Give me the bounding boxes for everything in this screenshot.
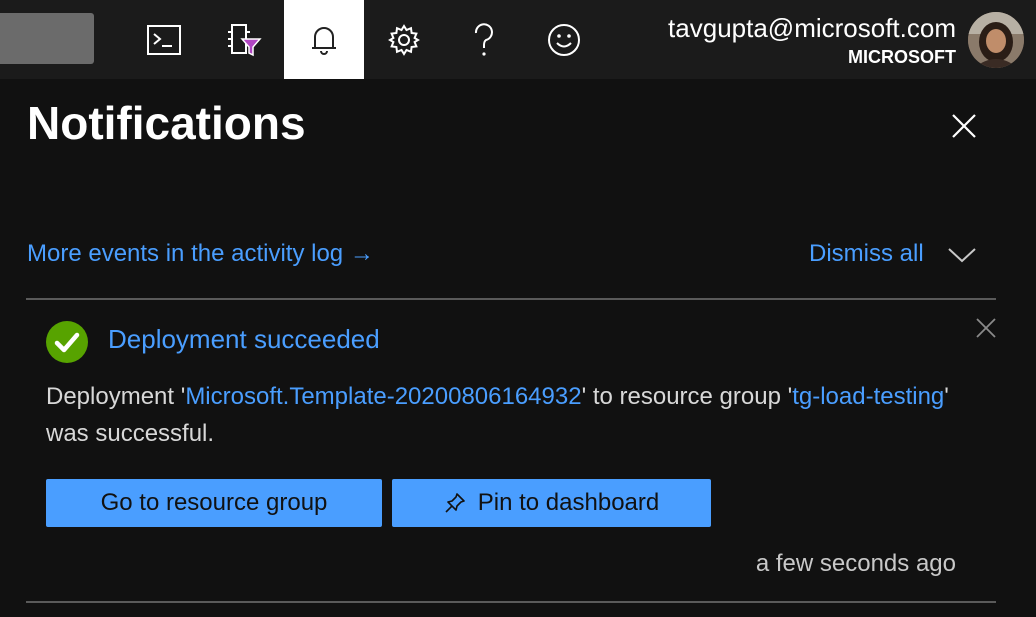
pin-to-dashboard-label: Pin to dashboard <box>477 489 660 516</box>
avatar[interactable] <box>968 12 1024 68</box>
cloud-shell-icon <box>147 24 181 55</box>
account-tenant: MICROSOFT <box>848 47 956 67</box>
divider <box>26 601 996 603</box>
success-check-icon <box>46 321 88 363</box>
directory-filter-button[interactable] <box>204 0 284 79</box>
dismiss-notification-button[interactable] <box>972 316 1000 344</box>
go-to-resource-group-label: Go to resource group <box>100 489 328 516</box>
pin-icon <box>444 492 466 514</box>
notification-message: Deployment 'Microsoft.Template-202008061… <box>46 378 966 452</box>
help-button[interactable] <box>444 0 524 79</box>
help-icon <box>472 22 496 57</box>
notifications-button[interactable] <box>284 0 364 79</box>
divider <box>26 298 996 300</box>
directory-filter-icon <box>226 23 262 57</box>
search-box[interactable] <box>0 13 94 64</box>
account-email: tavgupta@microsoft.com <box>668 13 956 43</box>
go-to-resource-group-button[interactable]: Go to resource group <box>46 479 382 527</box>
feedback-button[interactable] <box>524 0 604 79</box>
settings-gear-icon <box>387 23 421 57</box>
close-icon <box>975 317 997 344</box>
pin-to-dashboard-button[interactable]: Pin to dashboard <box>392 479 711 527</box>
notification-timestamp: a few seconds ago <box>755 550 956 577</box>
account-info[interactable]: tavgupta@microsoft.com MICROSOFT <box>668 12 956 68</box>
deployment-link[interactable]: Microsoft.Template-20200806164932 <box>185 383 581 410</box>
resource-group-link[interactable]: tg-load-testing <box>792 383 944 410</box>
message-prefix: Deployment ' <box>46 383 186 410</box>
panel-title: Notifications <box>27 97 306 149</box>
settings-button[interactable] <box>364 0 444 79</box>
close-icon <box>951 113 977 144</box>
cloud-shell-button[interactable] <box>124 0 204 79</box>
notifications-bell-icon <box>310 24 338 56</box>
feedback-smiley-icon <box>547 23 581 57</box>
top-bar: tavgupta@microsoft.com MICROSOFT <box>0 0 1036 79</box>
activity-log-link[interactable]: More events in the activity log → <box>27 240 374 268</box>
dismiss-options-button[interactable] <box>946 244 978 270</box>
dismiss-all-button[interactable]: Dismiss all <box>809 240 924 268</box>
message-middle: ' to resource group ' <box>581 383 793 410</box>
close-panel-button[interactable] <box>944 108 984 148</box>
chevron-down-icon <box>947 246 977 269</box>
notification-title[interactable]: Deployment succeeded <box>108 324 380 355</box>
